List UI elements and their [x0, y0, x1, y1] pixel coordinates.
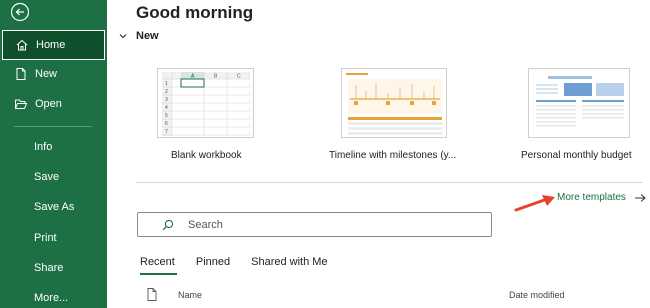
sidebar-item-label: Print	[34, 232, 57, 244]
row-header: 4	[165, 105, 168, 111]
file-type-icon	[147, 288, 157, 301]
annotation-arrow-icon	[514, 195, 555, 212]
sidebar-item-label: New	[35, 68, 58, 80]
folder-open-icon	[15, 99, 28, 109]
sidebar-item-label: Save	[34, 171, 60, 183]
row-header: 7	[165, 129, 168, 135]
search-placeholder: Search	[188, 218, 223, 231]
search-input[interactable]: Search	[137, 212, 492, 237]
section-label: New	[136, 30, 159, 42]
sidebar-item-label: More...	[34, 292, 69, 304]
new-file-icon	[16, 68, 26, 80]
sidebar-item-share[interactable]: Share	[0, 253, 107, 283]
timeline-preview	[344, 71, 446, 137]
sidebar-item-open[interactable]: Open	[0, 89, 107, 119]
file-table-header: Name Date modified	[147, 288, 637, 304]
template-thumbnail	[341, 68, 447, 138]
more-templates-label: More templates	[557, 192, 626, 203]
row-header: 2	[165, 89, 168, 95]
sidebar-item-label: Info	[34, 141, 53, 153]
sidebar-item-new[interactable]: New	[0, 59, 107, 89]
column-header: C	[237, 74, 241, 80]
row-header: 6	[165, 121, 168, 127]
sidebar-item-label: Open	[35, 98, 62, 110]
sidebar-item-home[interactable]: Home	[2, 30, 105, 60]
page-title: Good morning	[136, 3, 254, 22]
template-thumbnail	[528, 68, 630, 138]
sidebar-item-label: Home	[36, 39, 66, 51]
more-templates-link[interactable]: More templates	[557, 192, 646, 203]
template-name: Timeline with milestones (y...	[329, 150, 457, 161]
tab-recent[interactable]: Recent	[140, 256, 177, 275]
sidebar-item-more[interactable]: More...	[0, 283, 107, 308]
template-thumbnail: A B C 1 2 3 4 5 6 7	[157, 68, 254, 138]
sidebar: Home New Open Info Save Save As Print Sh…	[0, 0, 107, 308]
budget-preview	[532, 72, 628, 136]
template-name: Personal monthly budget	[521, 150, 632, 161]
spreadsheet-grid-preview: A B C 1 2 3 4 5 6 7	[162, 72, 250, 136]
excel-backstage: Home New Open Info Save Save As Print Sh…	[0, 0, 650, 308]
sidebar-divider	[14, 126, 92, 127]
search-icon	[162, 219, 174, 230]
column-header-date[interactable]: Date modified	[509, 290, 565, 300]
new-section-toggle[interactable]: New	[118, 30, 159, 42]
sidebar-item-print[interactable]: Print	[0, 223, 107, 253]
sidebar-item-save[interactable]: Save	[0, 162, 107, 192]
sidebar-item-info[interactable]: Info	[0, 132, 107, 162]
back-arrow-icon[interactable]	[10, 2, 30, 22]
arrow-right-icon	[634, 193, 646, 202]
column-header-name[interactable]: Name	[178, 290, 202, 300]
tab-shared-with-me[interactable]: Shared with Me	[251, 256, 327, 268]
sidebar-item-save-as[interactable]: Save As	[0, 192, 107, 222]
sidebar-item-label: Share	[34, 262, 64, 274]
home-icon	[16, 39, 28, 51]
file-tabs: Recent Pinned Shared with Me	[140, 256, 349, 275]
sidebar-item-label: Save As	[34, 201, 75, 213]
row-header: 3	[165, 97, 168, 103]
tab-pinned[interactable]: Pinned	[196, 256, 230, 268]
row-header: 5	[165, 113, 168, 119]
row-header: 1	[165, 81, 168, 87]
template-name: Blank workbook	[171, 150, 242, 161]
chevron-down-icon	[119, 34, 127, 39]
section-divider	[136, 182, 643, 183]
